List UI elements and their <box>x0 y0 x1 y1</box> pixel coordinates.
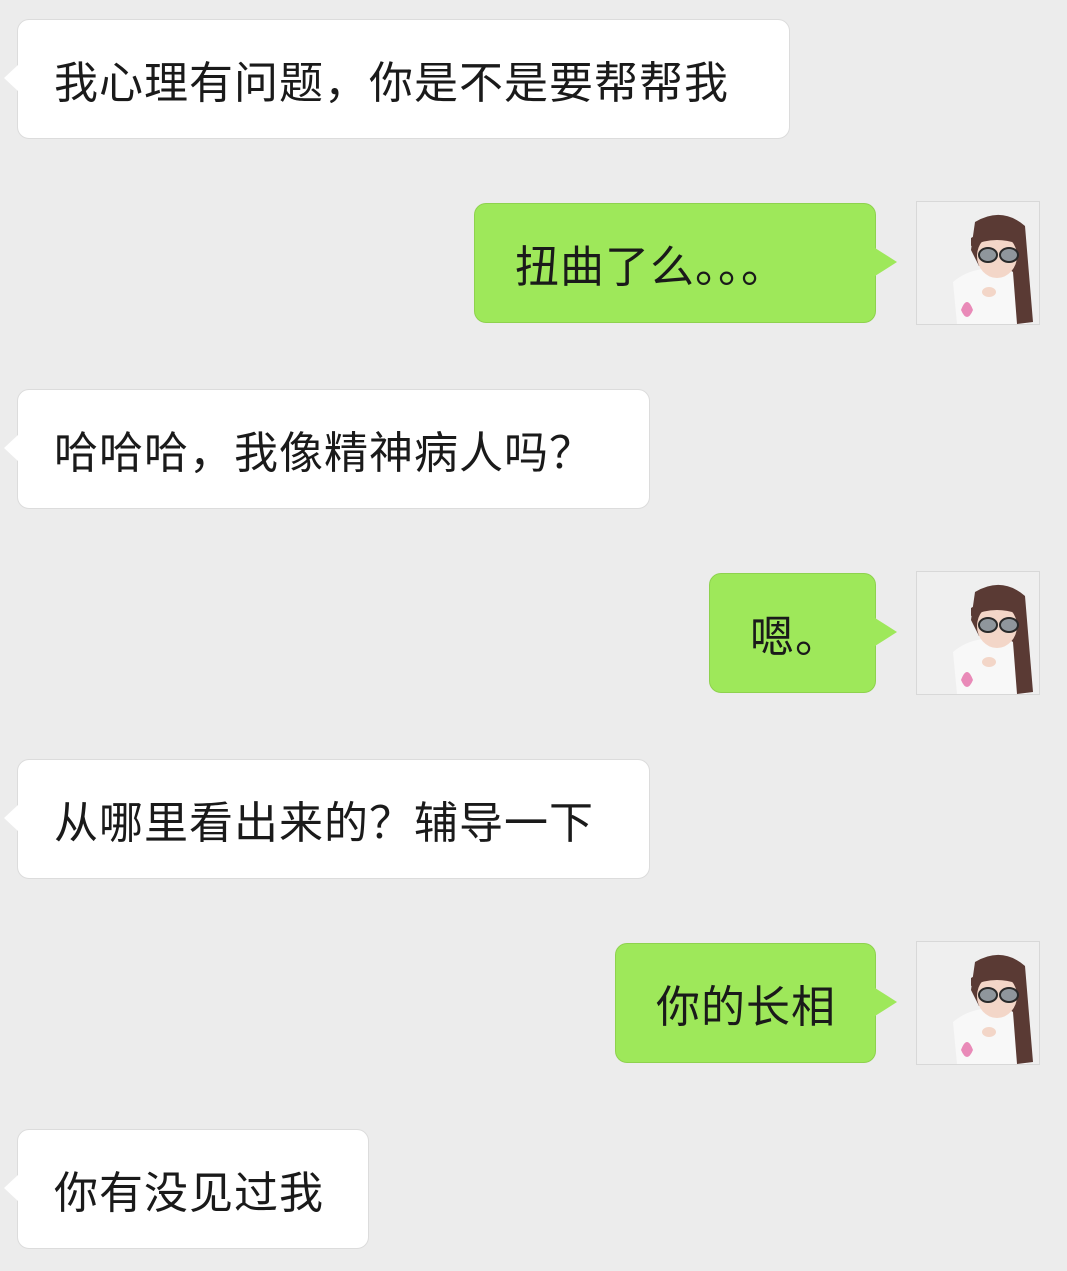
message-text: 扭曲了么。。。 <box>515 242 786 293</box>
message-text: 你的长相 <box>656 982 836 1033</box>
user-avatar-image <box>917 202 1039 324</box>
message-bubble-outgoing[interactable]: 你的长相 <box>615 943 897 1063</box>
message-bubble-incoming[interactable]: 你有没见过我 <box>4 1129 369 1249</box>
message-bubble-incoming[interactable]: 哈哈哈，我像精神病人吗？ <box>4 389 650 509</box>
message-bubble-outgoing[interactable]: 嗯。 <box>709 573 897 693</box>
user-avatar[interactable] <box>916 571 1040 695</box>
message-text: 哈哈哈，我像精神病人吗？ <box>54 428 594 479</box>
message-bubble-incoming[interactable]: 从哪里看出来的？辅导一下 <box>4 759 650 879</box>
user-avatar[interactable] <box>916 201 1040 325</box>
message-bubble-incoming[interactable]: 我心理有问题，你是不是要帮帮我 <box>4 19 790 139</box>
message-text: 你有没见过我 <box>54 1168 324 1219</box>
message-text: 嗯。 <box>750 612 840 663</box>
message-bubble-outgoing[interactable]: 扭曲了么。。。 <box>474 203 897 323</box>
message-text: 从哪里看出来的？辅导一下 <box>54 798 594 849</box>
message-text: 我心理有问题，你是不是要帮帮我 <box>54 58 729 109</box>
user-avatar-image <box>917 572 1039 694</box>
user-avatar-image <box>917 942 1039 1064</box>
user-avatar[interactable] <box>916 941 1040 1065</box>
